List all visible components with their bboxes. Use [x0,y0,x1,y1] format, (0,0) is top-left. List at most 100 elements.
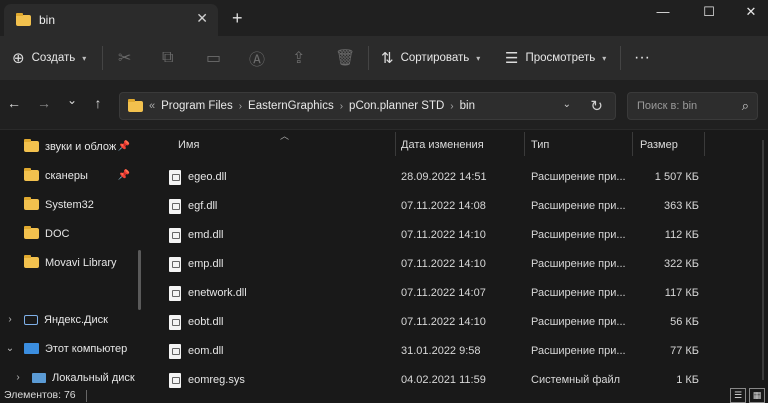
breadcrumb-program-files[interactable]: Program Files [161,100,233,112]
file-row[interactable]: eobt.dll 07.11.2022 14:10 Расширение при… [146,308,768,337]
sidebar-item-doc[interactable]: DOC [0,219,146,248]
file-name: egeo.dll [188,171,227,183]
chevron-down-icon[interactable]: ⌄ [4,343,16,354]
maximize-button[interactable]: ☐ [694,4,724,20]
content-scrollbar[interactable] [762,140,764,380]
file-row[interactable]: egeo.dll 28.09.2022 14:51 Расширение при… [146,163,768,192]
file-size: 77 КБ [670,345,699,357]
file-size: 363 КБ [663,200,699,212]
breadcrumb-bin[interactable]: bin [460,100,475,112]
dll-file-icon [169,170,181,185]
chevron-right-icon[interactable]: › [340,101,343,112]
status-divider [86,390,87,402]
copy-button[interactable]: ⧉ [162,36,180,80]
rename-button[interactable]: Ⓐ [249,36,272,80]
column-divider[interactable] [632,132,633,156]
file-row[interactable]: eom.dll 31.01.2022 9:58 Расширение при..… [146,337,768,366]
file-row[interactable]: eomreg.sys 04.02.2021 11:59 Системный фа… [146,366,768,388]
column-divider[interactable] [395,132,396,156]
dll-file-icon [169,315,181,330]
column-header-name[interactable]: Имя [178,132,199,158]
close-tab-icon[interactable]: ✕ [196,10,208,27]
minimize-button[interactable]: — [648,4,678,19]
chevron-right-icon[interactable]: › [12,372,24,383]
forward-button[interactable]: → [34,95,54,111]
chevron-down-icon[interactable]: ⌄ [563,99,571,110]
file-type: Расширение при... [531,171,626,183]
new-tab-button[interactable]: + [232,8,243,29]
sidebar-item-yandex-disk[interactable]: › Яндекс.Диск [0,305,146,334]
chevron-right-icon[interactable]: › [450,101,453,112]
dll-file-icon [169,228,181,243]
file-name: enetwork.dll [188,287,247,299]
file-type: Расширение при... [531,200,626,212]
title-bar: bin ✕ + — ☐ ✕ [0,0,768,36]
create-button[interactable]: ⊕ Создать ▾ [12,36,86,80]
file-name: eom.dll [188,345,224,357]
sort-ascending-icon: ︿ [280,131,290,141]
file-date: 31.01.2022 9:58 [401,345,481,357]
sidebar-item-movavi[interactable]: Movavi Library [0,248,146,277]
file-row[interactable]: egf.dll 07.11.2022 14:08 Расширение при.… [146,192,768,221]
dll-file-icon [169,199,181,214]
sidebar-item-label: сканеры [45,169,88,182]
refresh-icon[interactable]: ↻ [590,97,603,115]
dll-file-icon [169,344,181,359]
tab-bin[interactable]: bin ✕ [4,4,218,36]
tiles-view-button[interactable]: ▦ [749,388,765,403]
sidebar-item-scanners[interactable]: сканеры 📌 [0,161,146,190]
search-input[interactable]: Поиск в: bin ⌕ [627,92,758,120]
computer-icon [24,343,39,354]
folder-icon [24,139,39,152]
delete-button[interactable]: 🗑 [335,36,362,80]
share-button[interactable]: ⇪ [292,36,312,80]
sidebar-scrollbar[interactable] [138,250,141,310]
back-button[interactable]: ← [4,95,24,111]
chevron-right-icon[interactable]: › [239,101,242,112]
file-name: eomreg.sys [188,374,245,386]
share-icon: ⇪ [292,50,306,67]
divider [620,46,621,70]
view-button[interactable]: ☰ Просмотреть ▾ [505,36,606,80]
file-row[interactable]: emp.dll 07.11.2022 14:10 Расширение при.… [146,250,768,279]
trash-icon: 🗑 [335,50,356,67]
overflow-icon[interactable]: « [149,100,155,112]
close-window-button[interactable]: ✕ [736,4,766,20]
column-header-date[interactable]: Дата изменения [401,132,484,158]
file-date: 07.11.2022 14:07 [401,287,486,299]
address-bar-area: ← → ⌄ ↑ « Program Files › EasternGraphic… [0,80,768,130]
file-name: emd.dll [188,229,224,241]
breadcrumb-easterngraphics[interactable]: EasternGraphics [248,100,334,112]
file-list: ︿ Имя Дата изменения Тип Размер egeo.dll… [146,130,768,388]
create-label: Создать [31,52,76,64]
sidebar-item-system32[interactable]: System32 [0,190,146,219]
file-date: 28.09.2022 14:51 [401,171,487,183]
chevron-right-icon[interactable]: › [4,314,16,325]
column-header-size[interactable]: Размер [640,132,678,158]
column-header-type[interactable]: Тип [531,132,549,158]
file-name: egf.dll [188,200,218,212]
cut-button[interactable]: ✂ [118,36,138,80]
file-date: 07.11.2022 14:10 [401,258,486,270]
sidebar-item-sounds[interactable]: звуки и облож 📌 [0,132,146,161]
sort-button[interactable]: ⇅ Сортировать ▾ [381,36,480,80]
file-type: Системный файл [531,374,621,386]
view-label: Просмотреть [525,52,596,64]
column-divider[interactable] [524,132,525,156]
dll-file-icon [169,286,181,301]
drive-icon [32,372,46,383]
recent-locations-button[interactable]: ⌄ [62,93,82,107]
column-divider[interactable] [704,132,705,156]
more-button[interactable]: ··· [634,36,650,80]
address-field[interactable]: « Program Files › EasternGraphics › pCon… [119,92,616,120]
up-button[interactable]: ↑ [88,95,108,111]
file-size: 112 КБ [664,229,699,241]
paste-button[interactable]: ▭ [206,36,228,80]
chevron-down-icon: ▾ [602,53,607,63]
file-row[interactable]: enetwork.dll 07.11.2022 14:07 Расширение… [146,279,768,308]
sidebar-item-this-pc[interactable]: ⌄ Этот компьютер [0,334,146,363]
details-view-button[interactable]: ☰ [730,388,746,403]
breadcrumb-pcon-planner[interactable]: pCon.planner STD [349,100,444,112]
file-row[interactable]: emd.dll 07.11.2022 14:10 Расширение при.… [146,221,768,250]
system-file-icon [169,373,181,388]
